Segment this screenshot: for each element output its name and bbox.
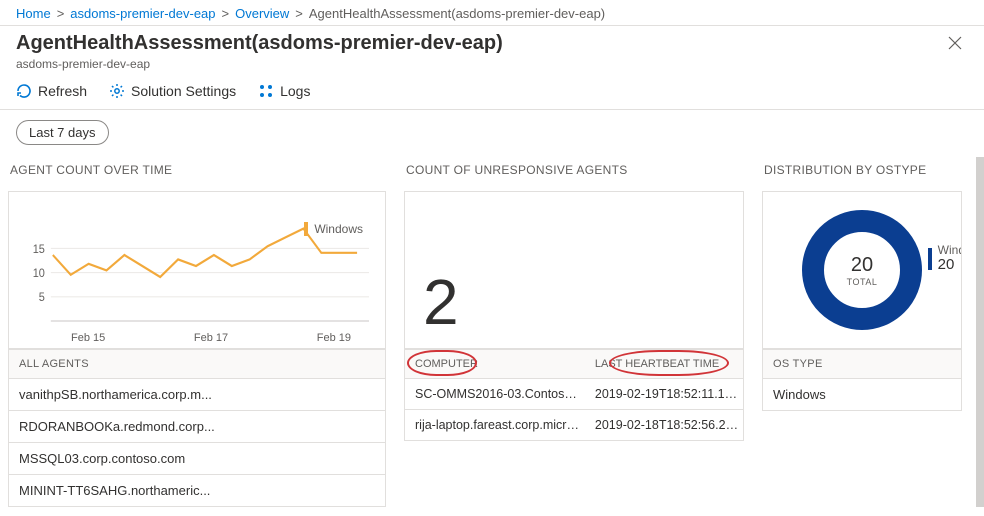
all-agents-header: ALL AGENTS <box>8 349 386 379</box>
x-tick: Feb 15 <box>71 332 105 344</box>
chart-legend: Windows <box>304 222 363 236</box>
all-agents-list: vanithpSB.northamerica.corp.m... RDORANB… <box>8 379 386 507</box>
solution-settings-label: Solution Settings <box>131 83 236 99</box>
gear-icon <box>109 83 125 99</box>
panel-unresponsive: COUNT OF UNRESPONSIVE AGENTS 2 COMPUTER … <box>404 157 744 507</box>
cell-heartbeat: 2019-02-19T18:52:11.133Z <box>591 379 743 409</box>
cell-computer: rija-laptop.fareast.corp.microso... <box>405 410 591 440</box>
y-tick-15: 15 <box>33 243 45 256</box>
refresh-label: Refresh <box>38 83 87 99</box>
cell-heartbeat: 2019-02-18T18:52:56.28Z <box>591 410 743 440</box>
donut-center: 20 TOTAL <box>802 210 922 330</box>
col-computer: COMPUTER <box>405 350 591 378</box>
logs-label: Logs <box>280 83 310 99</box>
donut: 20 TOTAL <box>802 210 922 330</box>
panel-agent-count: AGENT COUNT OVER TIME Windows 15 10 5 Fe… <box>8 157 386 507</box>
agent-count-chart[interactable]: Windows 15 10 5 Feb 15 Feb 17 Feb 19 <box>8 191 386 349</box>
x-tick: Feb 17 <box>194 332 228 344</box>
scrollbar[interactable] <box>976 157 984 507</box>
refresh-button[interactable]: Refresh <box>16 83 87 99</box>
breadcrumb-sep: > <box>222 6 230 21</box>
time-range-label: Last 7 days <box>29 125 96 140</box>
page-subtitle: asdoms-premier-dev-eap <box>16 57 503 71</box>
cell-computer: SC-OMMS2016-03.Contoso.Lo... <box>405 379 591 409</box>
y-tick-10: 10 <box>33 268 45 281</box>
logs-button[interactable]: Logs <box>258 83 310 99</box>
agent-row[interactable]: MSSQL03.corp.contoso.com <box>8 443 386 475</box>
ostype-list: Windows <box>762 379 962 411</box>
close-icon <box>948 36 962 50</box>
panel-ostype: DISTRIBUTION BY OSTYPE 20 TOTAL Wind 20 … <box>762 157 962 507</box>
agent-row[interactable]: MININT-TT6SAHG.northameric... <box>8 475 386 507</box>
ostype-row[interactable]: Windows <box>762 379 962 411</box>
page-title: AgentHealthAssessment(asdoms-premier-dev… <box>16 32 503 55</box>
unresponsive-count-card[interactable]: 2 <box>404 191 744 349</box>
legend-label: Windows <box>314 222 363 236</box>
line-chart: 15 10 5 <box>23 222 371 332</box>
col-last-heartbeat: LAST HEARTBEAT TIME <box>591 350 743 378</box>
legend-swatch-icon <box>304 222 308 236</box>
panel-ostype-title: DISTRIBUTION BY OSTYPE <box>762 157 962 191</box>
solution-settings-button[interactable]: Solution Settings <box>109 83 236 99</box>
legend-swatch-icon <box>928 248 932 270</box>
breadcrumb-sep: > <box>295 6 303 21</box>
time-range-chip[interactable]: Last 7 days <box>16 120 109 145</box>
y-tick-5: 5 <box>39 292 45 305</box>
breadcrumb-sep: > <box>57 6 65 21</box>
unresponsive-row[interactable]: SC-OMMS2016-03.Contoso.Lo... 2019-02-19T… <box>404 379 744 410</box>
filter-row: Last 7 days <box>0 110 984 157</box>
title-row: AgentHealthAssessment(asdoms-premier-dev… <box>0 26 984 73</box>
donut-legend-value: 20 <box>938 257 962 274</box>
ostype-header: OS TYPE <box>762 349 962 379</box>
breadcrumb: Home > asdoms-premier-dev-eap > Overview… <box>0 0 984 26</box>
x-tick: Feb 19 <box>317 332 351 344</box>
logs-icon <box>258 83 274 99</box>
panel-unresponsive-title: COUNT OF UNRESPONSIVE AGENTS <box>404 157 744 191</box>
agent-row[interactable]: RDORANBOOKa.redmond.corp... <box>8 411 386 443</box>
breadcrumb-workspace[interactable]: asdoms-premier-dev-eap <box>70 6 215 21</box>
agent-row[interactable]: vanithpSB.northamerica.corp.m... <box>8 379 386 411</box>
breadcrumb-home[interactable]: Home <box>16 6 51 21</box>
ostype-chart[interactable]: 20 TOTAL Wind 20 <box>762 191 962 349</box>
title-block: AgentHealthAssessment(asdoms-premier-dev… <box>16 32 503 71</box>
chart-x-labels: Feb 15 Feb 17 Feb 19 <box>23 332 371 344</box>
breadcrumb-current: AgentHealthAssessment(asdoms-premier-dev… <box>309 6 605 21</box>
unresponsive-row[interactable]: rija-laptop.fareast.corp.microso... 2019… <box>404 410 744 441</box>
breadcrumb-overview[interactable]: Overview <box>235 6 289 21</box>
unresponsive-count: 2 <box>423 270 459 334</box>
unresponsive-table-header: COMPUTER LAST HEARTBEAT TIME <box>404 349 744 379</box>
donut-total-label: TOTAL <box>847 277 878 287</box>
close-button[interactable] <box>942 32 968 59</box>
donut-total-value: 20 <box>851 254 873 277</box>
panel-agent-count-title: AGENT COUNT OVER TIME <box>8 157 386 191</box>
toolbar: Refresh Solution Settings Logs <box>0 73 984 110</box>
refresh-icon <box>16 83 32 99</box>
donut-legend: Wind 20 <box>928 244 962 274</box>
panels: AGENT COUNT OVER TIME Windows 15 10 5 Fe… <box>0 157 984 507</box>
